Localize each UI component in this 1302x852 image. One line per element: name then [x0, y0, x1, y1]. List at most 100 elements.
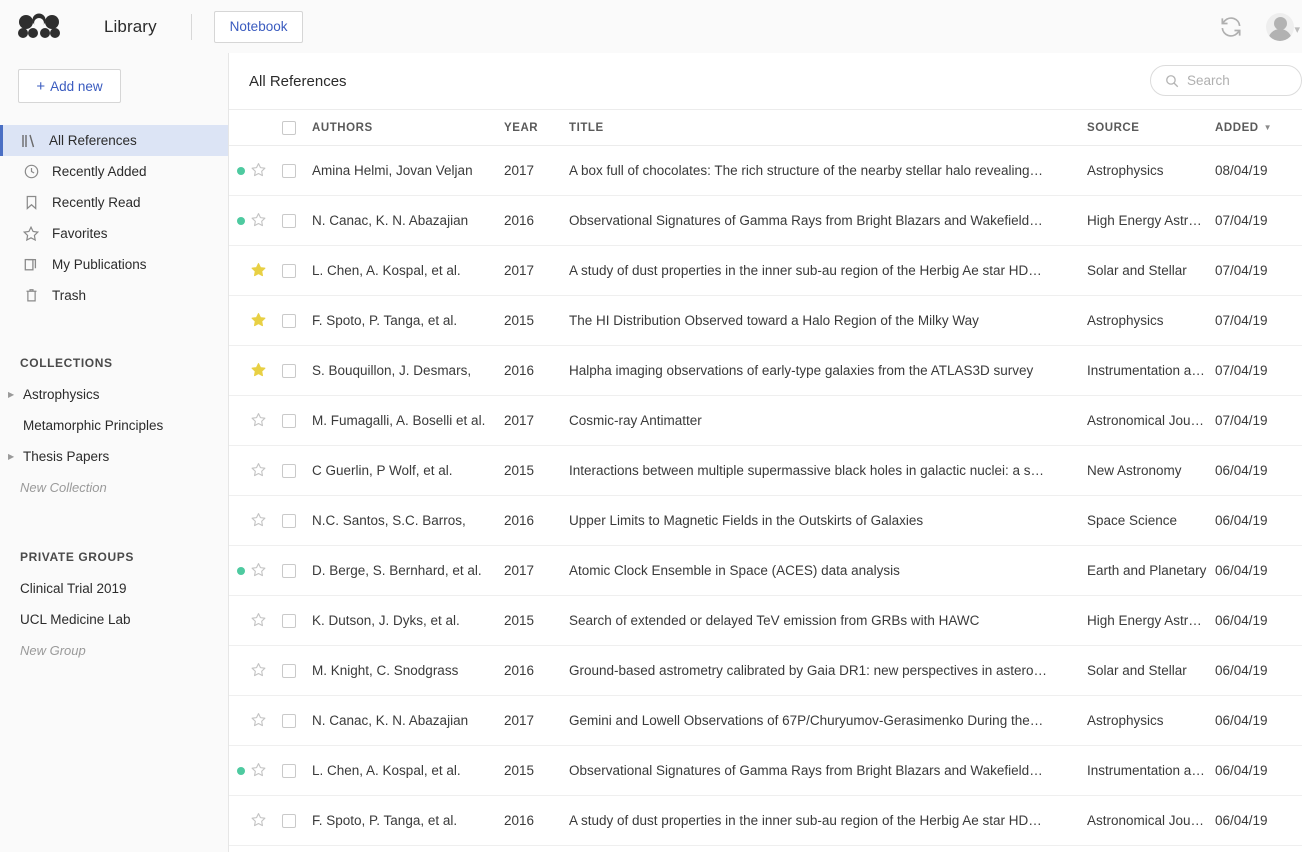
row-favorite-cell[interactable] — [251, 195, 282, 246]
star-outline-icon[interactable] — [251, 162, 282, 180]
table-row[interactable]: S. Bouquillon, J. Desmars, 2016 Halpha ima… — [229, 345, 1302, 396]
search-box[interactable] — [1150, 65, 1302, 96]
row-select-cell[interactable] — [282, 145, 312, 196]
row-select-cell[interactable] — [282, 395, 312, 446]
star-outline-icon[interactable] — [251, 762, 282, 780]
row-favorite-cell[interactable] — [251, 245, 282, 296]
sidebar-item-all-references[interactable]: All References — [0, 125, 228, 156]
star-outline-icon[interactable] — [251, 512, 282, 530]
notebook-button[interactable]: Notebook — [213, 10, 304, 43]
row-title[interactable]: A study of dust properties in the inner … — [569, 245, 1087, 296]
row-favorite-cell[interactable] — [251, 545, 282, 596]
row-title[interactable]: Search of extended or delayed TeV emissi… — [569, 595, 1087, 646]
row-checkbox[interactable] — [282, 463, 296, 478]
row-favorite-cell[interactable] — [251, 295, 282, 346]
row-select-cell[interactable] — [282, 245, 312, 296]
table-row[interactable]: D. Berge, S. Bernhard, et al. 2017 Atomic … — [229, 545, 1302, 596]
star-filled-icon[interactable] — [251, 362, 282, 380]
column-header-source[interactable]: SOURCE — [1087, 109, 1215, 146]
row-select-cell[interactable] — [282, 495, 312, 546]
add-new-button[interactable]: + Add new — [18, 69, 121, 103]
row-favorite-cell[interactable] — [251, 345, 282, 396]
collection-item-thesis-papers[interactable]: ▶ Thesis Papers — [0, 441, 228, 472]
column-header-year[interactable]: YEAR — [504, 109, 569, 146]
row-checkbox[interactable] — [282, 313, 296, 328]
star-outline-icon[interactable] — [251, 462, 282, 480]
row-title[interactable]: A study of dust properties in the inner … — [569, 795, 1087, 846]
star-outline-icon[interactable] — [251, 662, 282, 680]
row-select-cell[interactable] — [282, 695, 312, 746]
sidebar-item-my-publications[interactable]: My Publications — [0, 249, 228, 280]
row-favorite-cell[interactable] — [251, 745, 282, 796]
star-outline-icon[interactable] — [251, 812, 282, 830]
column-header-added[interactable]: ADDED ▼ — [1215, 109, 1302, 146]
row-select-cell[interactable] — [282, 795, 312, 846]
star-outline-icon[interactable] — [251, 712, 282, 730]
overflow-menu-icon[interactable]: ▾ — [1294, 23, 1300, 36]
table-row[interactable]: M. Knight, C. Snodgrass 2016 Ground-based … — [229, 645, 1302, 696]
row-favorite-cell[interactable] — [251, 145, 282, 196]
row-title[interactable]: A box full of chocolates: The rich struc… — [569, 145, 1087, 196]
row-title[interactable]: Halpha imaging observations of early-typ… — [569, 345, 1087, 396]
row-checkbox[interactable] — [282, 363, 296, 378]
row-checkbox[interactable] — [282, 763, 296, 778]
collection-item-astrophysics[interactable]: ▶ Astrophysics — [0, 379, 228, 410]
collection-item-metamorphic-principles[interactable]: ▶ Metamorphic Principles — [0, 410, 228, 441]
row-title[interactable]: Interactions between multiple supermassi… — [569, 445, 1087, 496]
row-checkbox[interactable] — [282, 163, 296, 178]
row-title[interactable]: The HI Distribution Observed toward a Ha… — [569, 295, 1087, 346]
search-input[interactable] — [1187, 73, 1282, 88]
row-checkbox[interactable] — [282, 613, 296, 628]
row-favorite-cell[interactable] — [251, 395, 282, 446]
row-title[interactable]: Observational Signatures of Gamma Rays f… — [569, 195, 1087, 246]
sidebar-item-recently-added[interactable]: Recently Added — [0, 156, 228, 187]
star-filled-icon[interactable] — [251, 262, 282, 280]
star-outline-icon[interactable] — [251, 412, 282, 430]
row-select-cell[interactable] — [282, 345, 312, 396]
table-row[interactable]: N. Canac, K. N. Abazajian 2016 Observation… — [229, 195, 1302, 246]
table-row[interactable]: Amina Helmi, Jovan Veljan 2017 A box full … — [229, 145, 1302, 196]
row-favorite-cell[interactable] — [251, 595, 282, 646]
table-row[interactable]: N.C. Santos, S.C. Barros, 2016 Upper Limit… — [229, 495, 1302, 546]
row-checkbox[interactable] — [282, 813, 296, 828]
table-row[interactable]: C Guerlin, P Wolf, et al. 2015 Interaction… — [229, 445, 1302, 496]
row-checkbox[interactable] — [282, 263, 296, 278]
row-checkbox[interactable] — [282, 713, 296, 728]
row-favorite-cell[interactable] — [251, 645, 282, 696]
sidebar-item-recently-read[interactable]: Recently Read — [0, 187, 228, 218]
star-filled-icon[interactable] — [251, 312, 282, 330]
chevron-right-icon[interactable]: ▶ — [8, 390, 18, 399]
row-select-cell[interactable] — [282, 295, 312, 346]
new-collection-button[interactable]: New Collection — [0, 472, 228, 503]
row-select-cell[interactable] — [282, 445, 312, 496]
table-row[interactable]: L. Chen, A. Kospal, et al. 2017 A study of… — [229, 245, 1302, 296]
table-row[interactable]: L. Chen, A. Kospal, et al. 2015 Observatio… — [229, 745, 1302, 796]
row-select-cell[interactable] — [282, 545, 312, 596]
row-favorite-cell[interactable] — [251, 695, 282, 746]
sync-icon[interactable] — [1218, 14, 1244, 40]
sidebar-item-trash[interactable]: Trash — [0, 280, 228, 311]
table-row[interactable]: F. Spoto, P. Tanga, et al. 2016 A study of… — [229, 795, 1302, 846]
column-header-authors[interactable]: AUTHORS — [312, 109, 504, 146]
row-favorite-cell[interactable] — [251, 445, 282, 496]
star-outline-icon[interactable] — [251, 212, 282, 230]
table-row[interactable]: K. Dutson, J. Dyks, et al. 2015 Search of … — [229, 595, 1302, 646]
user-avatar[interactable] — [1266, 12, 1294, 41]
row-checkbox[interactable] — [282, 413, 296, 428]
row-select-cell[interactable] — [282, 195, 312, 246]
row-title[interactable]: Ground-based astrometry calibrated by Ga… — [569, 645, 1087, 696]
row-title[interactable]: Cosmic-ray Antimatter — [569, 395, 1087, 446]
select-all-checkbox[interactable] — [282, 120, 296, 135]
row-checkbox[interactable] — [282, 213, 296, 228]
row-title[interactable]: Atomic Clock Ensemble in Space (ACES) da… — [569, 545, 1087, 596]
column-header-title[interactable]: TITLE — [569, 109, 1087, 146]
row-title[interactable]: Upper Limits to Magnetic Fields in the O… — [569, 495, 1087, 546]
star-outline-icon[interactable] — [251, 612, 282, 630]
chevron-right-icon[interactable]: ▶ — [8, 452, 18, 461]
group-item-clinical-trial-2019[interactable]: Clinical Trial 2019 — [0, 573, 228, 604]
new-group-button[interactable]: New Group — [0, 635, 228, 666]
table-row[interactable]: N. Canac, K. N. Abazajian 2017 Gemini and … — [229, 695, 1302, 746]
row-favorite-cell[interactable] — [251, 495, 282, 546]
group-item-ucl-medicine-lab[interactable]: UCL Medicine Lab — [0, 604, 228, 635]
mendeley-logo[interactable] — [18, 12, 62, 42]
